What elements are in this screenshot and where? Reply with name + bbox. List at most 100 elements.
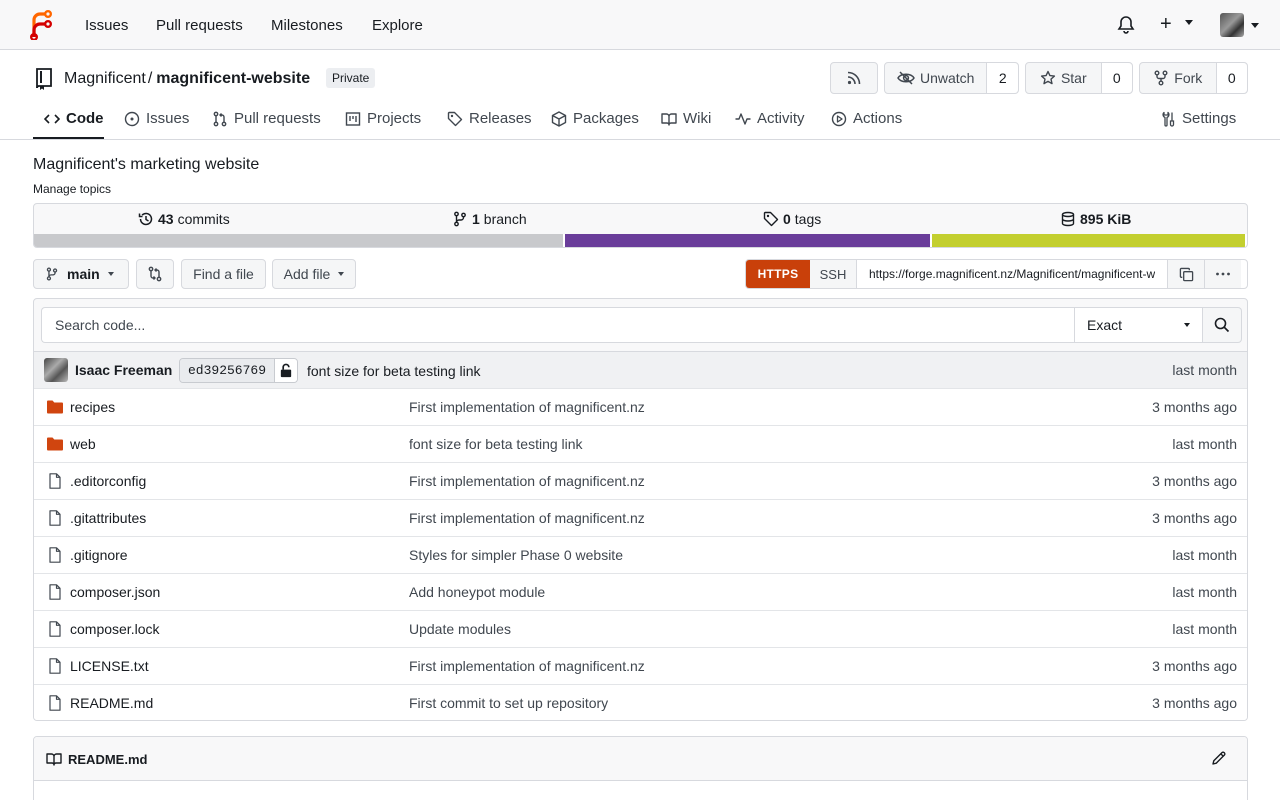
tab-code[interactable]: Code xyxy=(44,110,104,127)
file-commit-time: last month xyxy=(1172,547,1237,563)
file-row[interactable]: .editorconfig First implementation of mag… xyxy=(34,462,1247,499)
clone-url-input[interactable] xyxy=(857,260,1167,288)
tab-releases[interactable]: Releases xyxy=(447,110,532,127)
file-name[interactable]: composer.json xyxy=(70,584,160,600)
file-commit-message[interactable]: First commit to set up repository xyxy=(409,695,608,711)
file-icon xyxy=(49,473,61,489)
repo-name-link[interactable]: magnificent-website xyxy=(156,70,310,87)
file-commit-message[interactable]: First implementation of magnificent.nz xyxy=(409,473,645,489)
tab-pull-requests[interactable]: Pull requests xyxy=(212,110,321,127)
search-input[interactable] xyxy=(41,307,1074,343)
file-commit-message[interactable]: Styles for simpler Phase 0 website xyxy=(409,547,623,563)
search-icon xyxy=(1214,317,1230,333)
more-options-button[interactable] xyxy=(1204,260,1241,288)
commits-stat[interactable]: 43 commits xyxy=(138,211,230,227)
create-new-icon[interactable]: + xyxy=(1160,13,1172,36)
stars-count[interactable]: 0 xyxy=(1100,63,1132,93)
repo-tabs: Code Issues Pull requests Projects Relea… xyxy=(0,99,1280,140)
copy-url-button[interactable] xyxy=(1167,260,1204,288)
file-row[interactable]: .gitignore Styles for simpler Phase 0 web… xyxy=(34,536,1247,573)
watchers-count[interactable]: 2 xyxy=(986,63,1018,93)
pulse-icon xyxy=(735,112,751,125)
file-commit-message[interactable]: First implementation of magnificent.nz xyxy=(409,399,645,415)
file-name[interactable]: .gitattributes xyxy=(70,510,146,526)
bell-icon[interactable] xyxy=(1116,15,1136,35)
file-name[interactable]: .gitignore xyxy=(70,547,128,563)
find-file-button[interactable]: Find a file xyxy=(181,259,266,289)
file-commit-message[interactable]: font size for beta testing link xyxy=(409,436,583,452)
file-row[interactable]: .gitattributes First implementation of ma… xyxy=(34,499,1247,536)
star-button[interactable]: Star xyxy=(1026,63,1101,93)
tab-settings[interactable]: Settings xyxy=(1160,110,1236,127)
manage-topics-link[interactable]: Manage topics xyxy=(33,182,111,196)
history-icon xyxy=(138,212,153,226)
file-name[interactable]: web xyxy=(70,436,96,452)
tag-icon xyxy=(447,111,463,126)
commit-sha-link[interactable]: ed39256769 xyxy=(180,359,275,382)
edit-readme-button[interactable] xyxy=(1211,750,1227,769)
unlock-icon xyxy=(274,359,298,382)
search-mode-dropdown[interactable]: Exact xyxy=(1074,307,1203,343)
language-segment[interactable] xyxy=(931,234,1247,247)
file-row[interactable]: web font size for beta testing link last m… xyxy=(34,425,1247,462)
commit-message[interactable]: font size for beta testing link xyxy=(307,363,481,379)
tab-projects[interactable]: Projects xyxy=(345,110,421,127)
chevron-down-icon[interactable] xyxy=(1185,20,1193,25)
language-bar[interactable] xyxy=(34,234,1247,247)
ssh-button[interactable]: SSH xyxy=(810,260,857,288)
nav-issues[interactable]: Issues xyxy=(85,17,128,34)
rss-button[interactable] xyxy=(830,62,878,94)
tab-packages[interactable]: Packages xyxy=(551,110,639,127)
file-list: recipes First implementation of magnifice… xyxy=(34,388,1247,720)
chevron-down-icon[interactable] xyxy=(1251,23,1259,28)
file-browser: Exact Isaac Freeman ed39256769 font size… xyxy=(33,298,1248,721)
size-stat: 895 KiB xyxy=(1060,211,1135,227)
file-name[interactable]: .editorconfig xyxy=(70,473,146,489)
forks-count[interactable]: 0 xyxy=(1215,63,1247,93)
repo-owner-link[interactable]: Magnificent xyxy=(64,70,146,87)
file-commit-time: 3 months ago xyxy=(1152,399,1237,415)
file-row[interactable]: README.md First commit to set up reposito… xyxy=(34,684,1247,720)
tab-issues[interactable]: Issues xyxy=(124,110,189,127)
nav-pull-requests[interactable]: Pull requests xyxy=(156,17,243,34)
fork-button[interactable]: Fork xyxy=(1140,63,1216,93)
file-commit-message[interactable]: Update modules xyxy=(409,621,511,637)
nav-explore[interactable]: Explore xyxy=(372,17,423,34)
tab-activity[interactable]: Activity xyxy=(735,110,805,127)
commit-author[interactable]: Isaac Freeman xyxy=(75,362,172,378)
branch-icon xyxy=(46,267,58,281)
file-icon xyxy=(49,695,61,711)
user-avatar[interactable] xyxy=(1220,13,1244,37)
nav-milestones[interactable]: Milestones xyxy=(271,17,343,34)
file-row[interactable]: LICENSE.txt First implementation of magni… xyxy=(34,647,1247,684)
compare-icon xyxy=(148,266,162,282)
book-icon xyxy=(46,753,62,766)
commit-author-avatar[interactable] xyxy=(44,358,68,382)
add-file-button[interactable]: Add file xyxy=(272,259,356,289)
tab-wiki[interactable]: Wiki xyxy=(661,110,711,127)
file-name[interactable]: recipes xyxy=(70,399,115,415)
code-search: Exact xyxy=(41,307,1242,343)
forgejo-logo-icon[interactable] xyxy=(28,10,52,40)
unwatch-button[interactable]: Unwatch xyxy=(885,63,986,93)
branches-stat[interactable]: 1 branch xyxy=(452,211,527,227)
file-name[interactable]: composer.lock xyxy=(70,621,159,637)
file-row[interactable]: composer.lock Update modules last month xyxy=(34,610,1247,647)
https-button[interactable]: HTTPS xyxy=(746,260,810,288)
search-button[interactable] xyxy=(1203,307,1242,343)
branch-selector[interactable]: main xyxy=(33,259,129,289)
file-commit-message[interactable]: First implementation of magnificent.nz xyxy=(409,510,645,526)
file-commit-message[interactable]: First implementation of magnificent.nz xyxy=(409,658,645,674)
readme-title: README.md xyxy=(46,751,147,767)
file-name[interactable]: README.md xyxy=(70,695,153,711)
star-button-group: Star 0 xyxy=(1025,62,1133,94)
file-row[interactable]: recipes First implementation of magnifice… xyxy=(34,388,1247,425)
language-segment[interactable] xyxy=(565,234,932,247)
file-name[interactable]: LICENSE.txt xyxy=(70,658,149,674)
language-segment[interactable] xyxy=(34,234,566,247)
tags-stat[interactable]: 0 tags xyxy=(763,211,821,227)
file-commit-message[interactable]: Add honeypot module xyxy=(409,584,545,600)
compare-button[interactable] xyxy=(136,259,174,289)
file-row[interactable]: composer.json Add honeypot module last mon… xyxy=(34,573,1247,610)
tab-actions[interactable]: Actions xyxy=(831,110,902,127)
